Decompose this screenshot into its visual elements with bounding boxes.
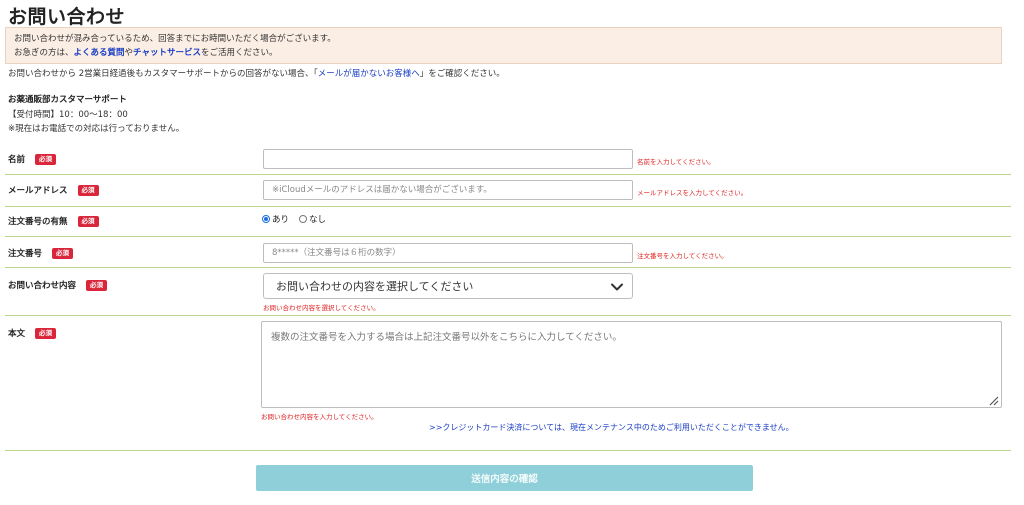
inquiry-type-label-text: お問い合わせ内容 bbox=[8, 281, 77, 291]
required-badge: 必須 bbox=[77, 215, 99, 227]
row-divider bbox=[5, 206, 1011, 207]
order-no-label[interactable]: なし bbox=[309, 213, 326, 225]
notice-line-1: お問い合わせが混み合っているため、回答までにお時間いただく場合がございます。 bbox=[14, 34, 336, 44]
notice-prefix: お急ぎの方は、 bbox=[14, 48, 74, 58]
order-yes-label[interactable]: あり bbox=[272, 213, 289, 225]
order-number-input[interactable] bbox=[263, 243, 633, 263]
chevron-down-icon bbox=[611, 283, 623, 291]
row-divider bbox=[5, 450, 1011, 451]
order-yes-radio[interactable] bbox=[262, 215, 270, 223]
required-badge: 必須 bbox=[35, 153, 57, 165]
inquiry-type-error: お問い合わせ内容を選択してください。 bbox=[263, 304, 380, 312]
row-divider bbox=[5, 174, 1011, 175]
row-divider bbox=[5, 315, 1011, 316]
support-name: お薬通販部カスタマーサポート bbox=[8, 95, 127, 105]
email-label: メールアドレス 必須 bbox=[8, 184, 99, 196]
support-hours: 【受付時間】10：00〜18：00 bbox=[8, 110, 128, 120]
chat-service-link[interactable]: チャットサービス bbox=[133, 48, 201, 58]
notice-suffix: をご活用ください。 bbox=[200, 48, 278, 58]
inquiry-type-select[interactable]: お問い合わせの内容を選択してください bbox=[263, 273, 633, 299]
body-textarea[interactable] bbox=[261, 321, 1002, 408]
order-no-radio[interactable] bbox=[299, 215, 308, 223]
notice-box: お問い合わせが混み合っているため、回答までにお時間いただく場合がございます。 お… bbox=[5, 27, 1002, 64]
body-label: 本文 必須 bbox=[8, 327, 57, 339]
order-presence-label-text: 注文番号の有無 bbox=[8, 217, 68, 227]
page-title: お問い合わせ bbox=[8, 6, 126, 28]
required-badge: 必須 bbox=[35, 327, 57, 339]
order-number-label: 注文番号 必須 bbox=[8, 247, 74, 259]
order-presence-radio-group: あり なし bbox=[262, 213, 336, 225]
email-error: メールアドレスを入力してください。 bbox=[637, 189, 748, 197]
required-badge: 必須 bbox=[52, 247, 74, 259]
name-label: 名前 必須 bbox=[8, 153, 57, 165]
notice-mid: や bbox=[124, 48, 134, 58]
order-presence-label: 注文番号の有無 必須 bbox=[8, 215, 99, 227]
order-number-label-text: 注文番号 bbox=[8, 249, 43, 259]
no-mail-help-link[interactable]: メールが届かないお客様へ bbox=[318, 69, 420, 79]
notice-line-2: お急ぎの方は、よくある質問やチャットサービスをご活用ください。 bbox=[14, 46, 993, 60]
required-badge: 必須 bbox=[86, 279, 108, 291]
name-input[interactable] bbox=[263, 149, 633, 169]
row-divider bbox=[5, 236, 1011, 237]
resize-handle-icon[interactable] bbox=[988, 395, 999, 406]
body-label-text: 本文 bbox=[8, 329, 26, 339]
card-maintenance-link[interactable]: >>クレジットカード決済については、現在メンテナンス中のためご利用いただくことが… bbox=[429, 422, 794, 433]
faq-link[interactable]: よくある質問 bbox=[74, 48, 125, 58]
required-badge: 必須 bbox=[77, 184, 99, 196]
support-phone-note: ※現在はお電話での対応は行っておりません。 bbox=[8, 124, 185, 134]
confirm-submit-button[interactable]: 送信内容の確認 bbox=[256, 465, 753, 491]
inquiry-type-label: お問い合わせ内容 必須 bbox=[8, 279, 108, 291]
row-divider bbox=[5, 267, 1011, 268]
order-number-error: 注文番号を入力してください。 bbox=[637, 252, 728, 260]
name-error: 名前を入力してください。 bbox=[637, 158, 715, 166]
inquiry-type-selected-value: お問い合わせの内容を選択してください bbox=[276, 280, 474, 293]
body-error: お問い合わせ内容を入力してください。 bbox=[261, 413, 378, 421]
reply-delay-suffix: 」をご確認ください。 bbox=[419, 69, 505, 79]
reply-delay-prefix: お問い合わせから 2営業日経過後もカスタマーサポートからの回答がない場合、「 bbox=[8, 69, 318, 79]
name-label-text: 名前 bbox=[8, 155, 26, 165]
email-input[interactable] bbox=[263, 180, 633, 200]
reply-delay-note: お問い合わせから 2営業日経過後もカスタマーサポートからの回答がない場合、「メー… bbox=[8, 67, 505, 79]
email-label-text: メールアドレス bbox=[8, 186, 68, 196]
